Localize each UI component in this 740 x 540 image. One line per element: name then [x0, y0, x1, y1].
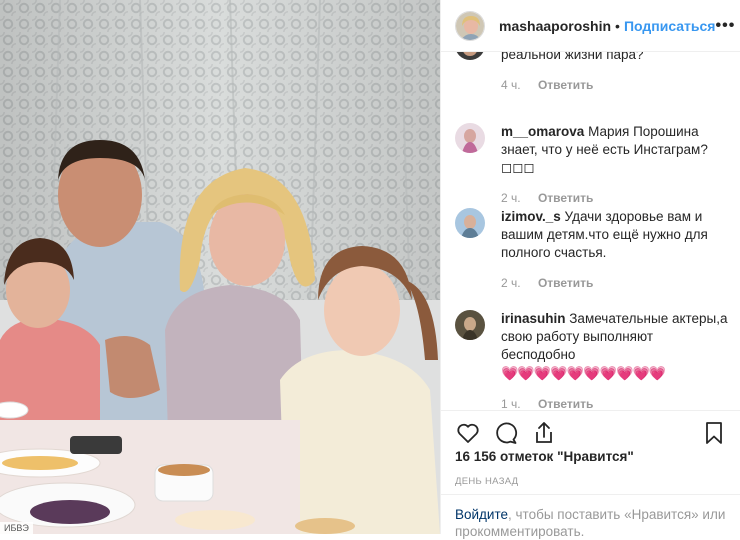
post-timestamp: ДЕНЬ НАЗАД — [455, 476, 519, 487]
commenter-avatar[interactable] — [455, 208, 485, 238]
heart-icon[interactable] — [455, 420, 481, 446]
login-link[interactable]: Войдите — [455, 507, 508, 522]
comment-item: izimov._s Удачи здоровье вам и вашим дет… — [455, 208, 731, 290]
heart-emoji-row: 💗💗💗💗💗💗💗💗💗💗 — [501, 365, 666, 381]
more-options-icon[interactable]: ••• — [715, 17, 735, 35]
likes-count[interactable]: 16 156 отметок "Нравится" — [455, 449, 634, 464]
comment-text: izimov._s Удачи здоровье вам и вашим дет… — [501, 209, 708, 260]
header-separator: • — [615, 17, 620, 34]
comment-text: m__omarova Мария Порошина знает, что у н… — [501, 124, 708, 175]
family-photo-image — [0, 0, 440, 534]
comment-meta: 4 ч. Ответить — [501, 78, 731, 92]
author-avatar[interactable] — [455, 10, 485, 41]
comment-icon[interactable] — [493, 420, 519, 446]
author-username[interactable]: mashaaporoshin — [499, 18, 611, 34]
commenter-avatar[interactable] — [455, 52, 485, 60]
comment-meta: 2 ч. Ответить — [501, 276, 731, 290]
reply-button[interactable]: Ответить — [538, 191, 593, 205]
comment-item: irinasuhin Замечательные актеры,а свою р… — [455, 310, 731, 410]
comment-item: m__omarova Мария Порошина знает, что у н… — [455, 123, 731, 205]
comment-item: реальной жизни пара? 4 ч. Ответить — [455, 52, 731, 92]
reply-button[interactable]: Ответить — [538, 78, 593, 92]
action-bar — [441, 410, 740, 454]
login-prompt: Войдите, чтобы поставить «Нравится» или … — [441, 494, 740, 539]
reply-button[interactable]: Ответить — [538, 397, 593, 410]
comment-time: 2 ч. — [501, 191, 521, 205]
post-header: mashaaporoshin • Подписаться ••• — [441, 0, 740, 52]
commenter-username[interactable]: m__omarova — [501, 124, 584, 139]
comment-time: 4 ч. — [501, 78, 521, 92]
post-photo[interactable]: ИБВЭ — [0, 0, 440, 534]
comment-meta: 1 ч. Ответить — [501, 397, 731, 410]
share-icon[interactable] — [531, 420, 557, 446]
photo-tag: ИБВЭ — [0, 522, 33, 534]
comment-text: irinasuhin Замечательные актеры,а свою р… — [501, 311, 728, 381]
comment-time: 2 ч. — [501, 276, 521, 290]
comment-text: реальной жизни пара? — [501, 52, 644, 62]
post-side-panel: mashaaporoshin • Подписаться ••• реально… — [440, 0, 740, 539]
comment-meta: 2 ч. Ответить — [501, 191, 731, 205]
follow-button[interactable]: Подписаться — [624, 18, 716, 34]
commenter-avatar[interactable] — [455, 123, 485, 153]
comment-time: 1 ч. — [501, 397, 521, 410]
commenter-username[interactable]: izimov._s — [501, 209, 561, 224]
comments-list[interactable]: реальной жизни пара? 4 ч. Ответить m__om… — [441, 52, 740, 410]
bookmark-icon[interactable] — [701, 420, 727, 446]
reply-button[interactable]: Ответить — [538, 276, 593, 290]
commenter-avatar[interactable] — [455, 310, 485, 340]
commenter-username[interactable]: irinasuhin — [501, 311, 566, 326]
